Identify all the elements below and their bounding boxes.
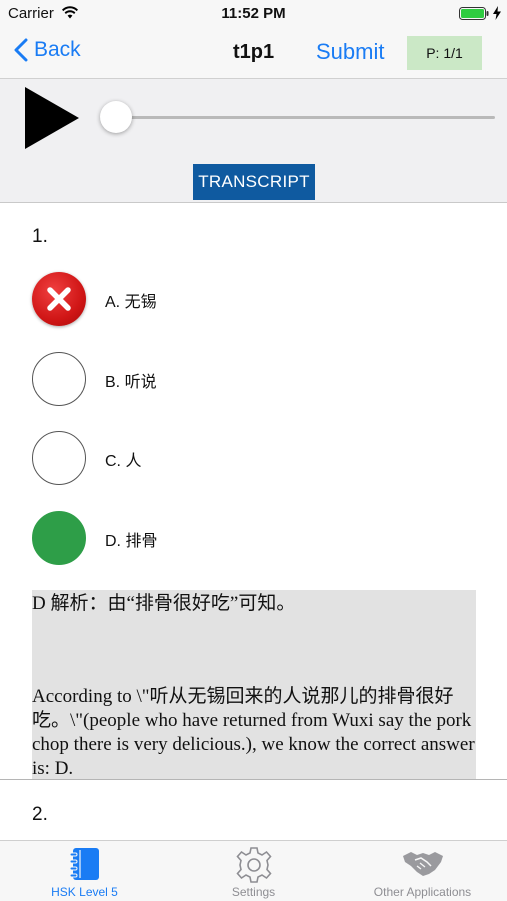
tab-bar: HSK Level 5 Settings Other Applications xyxy=(0,840,507,901)
option-a-label: A. 无锡 xyxy=(105,294,157,311)
tab-label: Other Applications xyxy=(373,885,472,899)
option-d[interactable]: D. 排骨 xyxy=(32,511,472,567)
tab-label: Settings xyxy=(231,885,276,899)
option-a[interactable]: A. 无锡 xyxy=(32,272,472,328)
audio-progress-slider[interactable] xyxy=(100,101,495,133)
explanation-summary: D 解析：由“排骨很好吃”可知。 xyxy=(32,593,296,614)
option-radio-wrong[interactable] xyxy=(32,272,86,326)
back-label: Back xyxy=(34,38,81,61)
option-c-label: C. 人 xyxy=(105,453,142,470)
tab-other-applications[interactable]: Other Applications xyxy=(338,841,507,901)
handshake-icon xyxy=(401,846,445,885)
transcript-button[interactable]: TRANSCRIPT xyxy=(193,164,315,200)
back-button[interactable]: Back xyxy=(14,38,81,62)
tab-label: HSK Level 5 xyxy=(51,885,118,899)
option-radio-correct[interactable] xyxy=(32,511,86,565)
chevron-left-icon xyxy=(14,38,28,62)
option-b[interactable]: B. 听说 xyxy=(32,352,472,408)
tab-settings[interactable]: Settings xyxy=(169,841,338,901)
submit-button[interactable]: Submit xyxy=(316,39,384,65)
audio-player: TRANSCRIPT xyxy=(0,79,507,203)
tab-hsk-level-5[interactable]: HSK Level 5 xyxy=(0,841,169,901)
status-bar: Carrier 11:52 PM xyxy=(0,0,507,28)
navigation-bar: Back t1p1 Submit P: 1/1 xyxy=(0,28,507,79)
option-b-label: B. 听说 xyxy=(105,374,157,391)
option-c[interactable]: C. 人 xyxy=(32,431,472,487)
option-radio[interactable] xyxy=(32,352,86,406)
play-icon xyxy=(25,87,79,149)
question-number: 1. xyxy=(32,226,48,247)
option-d-label: D. 排骨 xyxy=(105,533,158,550)
charging-bolt-icon xyxy=(493,6,501,25)
explanation-detail: According to \"听从无锡回来的人说那儿的排骨很好吃。\"(peop… xyxy=(32,686,475,779)
question-number: 2. xyxy=(32,804,48,825)
status-time: 11:52 PM xyxy=(221,5,286,22)
divider xyxy=(0,779,507,780)
slider-thumb[interactable] xyxy=(100,101,132,133)
notebook-icon xyxy=(67,846,103,887)
close-icon xyxy=(47,287,71,311)
answer-explanation: D 解析：由“排骨很好吃”可知。 According to \"听从无锡回来的人… xyxy=(32,590,476,779)
play-button[interactable] xyxy=(25,87,81,156)
page-indicator-badge: P: 1/1 xyxy=(407,36,482,70)
option-radio[interactable] xyxy=(32,431,86,485)
battery-icon xyxy=(459,7,489,25)
gear-icon xyxy=(235,846,273,889)
